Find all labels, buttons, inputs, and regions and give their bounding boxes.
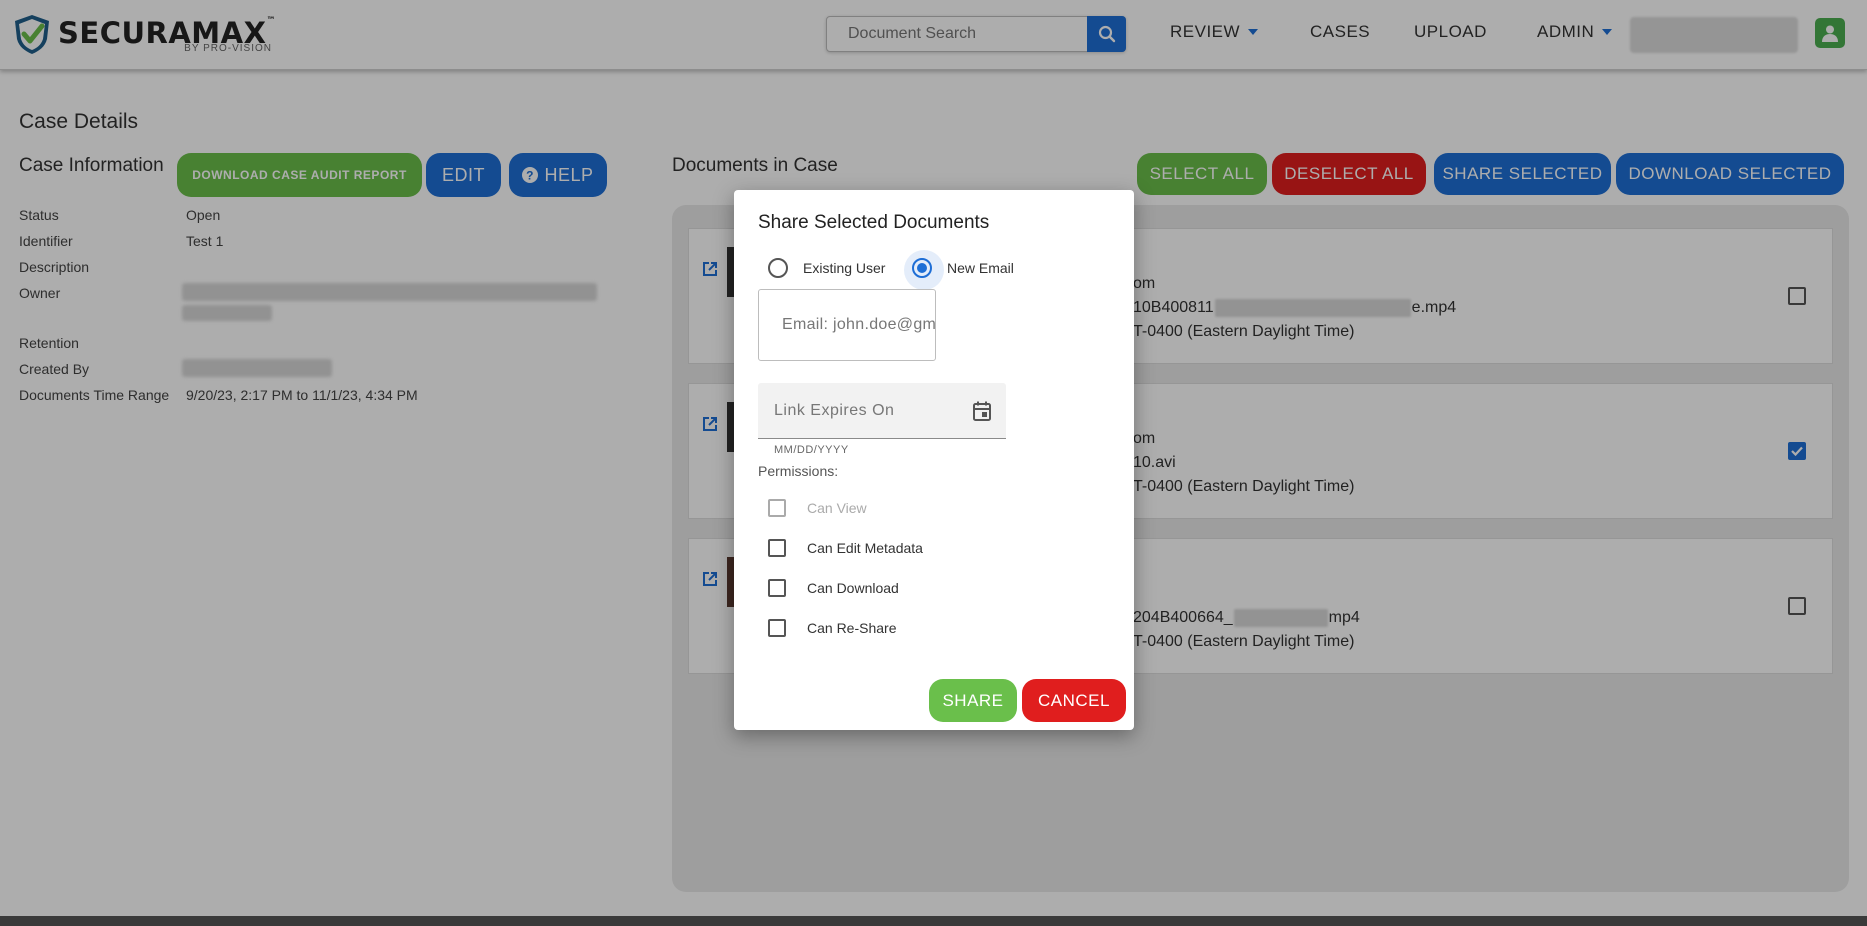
permissions-label: Permissions: [758,463,839,479]
can-reshare-checkbox[interactable]: Can Re-Share [768,619,897,637]
email-input[interactable] [759,290,935,360]
cancel-button[interactable]: CANCEL [1022,679,1126,722]
checkbox[interactable] [768,579,786,597]
checkbox [768,499,786,517]
share-button[interactable]: SHARE [929,679,1017,722]
email-field [758,289,936,361]
link-expires-input[interactable] [758,383,958,439]
dialog-title: Share Selected Documents [758,212,990,233]
share-documents-dialog: Share Selected Documents Existing User N… [734,190,1134,730]
can-download-checkbox[interactable]: Can Download [768,579,899,597]
checkbox[interactable] [768,619,786,637]
can-view-checkbox: Can View [768,499,867,517]
bottom-bar [0,916,1867,926]
date-format-hint: MM/DD/YYYY [774,444,849,456]
existing-user-radio[interactable]: Existing User [768,258,885,278]
can-edit-metadata-checkbox[interactable]: Can Edit Metadata [768,539,923,557]
checkbox[interactable] [768,539,786,557]
new-email-radio[interactable]: New Email [904,250,1014,290]
link-expires-field [758,383,1006,439]
calendar-icon[interactable] [972,400,992,422]
radio-button-selected[interactable] [904,250,944,290]
radio-button[interactable] [768,258,788,278]
